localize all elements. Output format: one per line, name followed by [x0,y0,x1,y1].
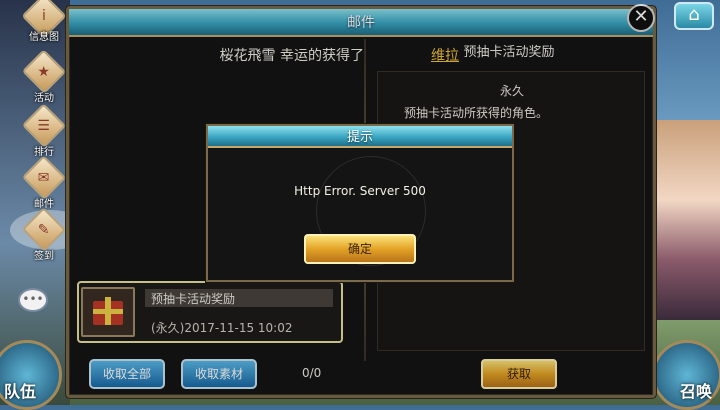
confirm-button[interactable]: 确定 [304,234,416,264]
ranking-icon: ☰ [21,103,67,148]
sidebar-item-mail[interactable]: ✉ 邮件 [21,155,67,210]
summon-label: 召唤 [680,382,713,401]
sidebar-item-event[interactable]: ★ 活动 [21,49,67,104]
home-icon: ⌂ [688,4,700,25]
error-dialog: 提示 Http Error. Server 500 确定 [206,124,514,282]
mail-icon: ✉ [21,155,67,200]
event-icon: ★ [21,49,67,94]
dialog-title: 提示 [346,130,373,145]
checkin-icon: ✎ [21,207,67,252]
sidebar-item-ranking[interactable]: ☰ 排行 [21,103,67,158]
dialog-title-bar: 提示 [208,126,512,148]
chat-icon[interactable]: ••• [18,288,48,312]
background-character-art [650,120,720,320]
dialog-message: Http Error. Server 500 [294,184,426,198]
team-label: 队伍 [4,382,37,401]
home-button[interactable]: ⌂ [674,2,714,30]
sidebar-item-checkin[interactable]: ✎ 签到 [21,207,67,262]
sidebar-item-label: 信息图 [29,32,59,43]
sidebar-item-info[interactable]: i 信息图 [21,0,67,48]
